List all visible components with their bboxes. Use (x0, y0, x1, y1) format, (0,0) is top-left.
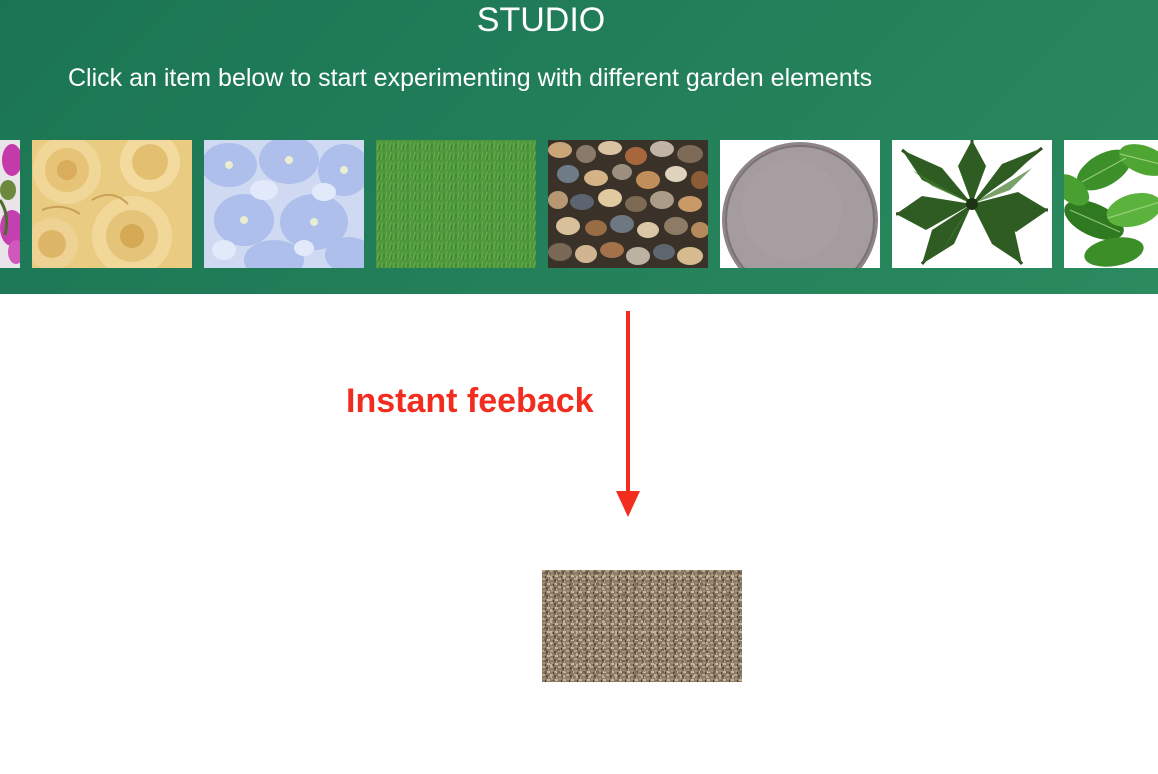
header-banner: STUDIO Click an item below to start expe… (0, 0, 1158, 294)
instant-feedback-label: Instant feeback (346, 382, 594, 420)
page-subtitle: Click an item below to start experimenti… (68, 64, 873, 92)
item-stone-disc[interactable] (720, 140, 880, 268)
item-yellow-roses[interactable] (32, 140, 192, 268)
gravel-preview-swatch (542, 570, 742, 682)
garden-items-strip[interactable] (0, 140, 1158, 268)
item-blue-hydrangea[interactable] (204, 140, 364, 268)
item-grass-lawn[interactable] (376, 140, 536, 268)
item-pink-orchid[interactable] (0, 140, 20, 268)
down-arrow-icon (610, 311, 646, 519)
page-title: STUDIO (476, 1, 606, 39)
item-pebble-gravel[interactable] (548, 140, 708, 268)
item-leafy-plant[interactable] (1064, 140, 1158, 268)
item-palm-fern[interactable] (892, 140, 1052, 268)
